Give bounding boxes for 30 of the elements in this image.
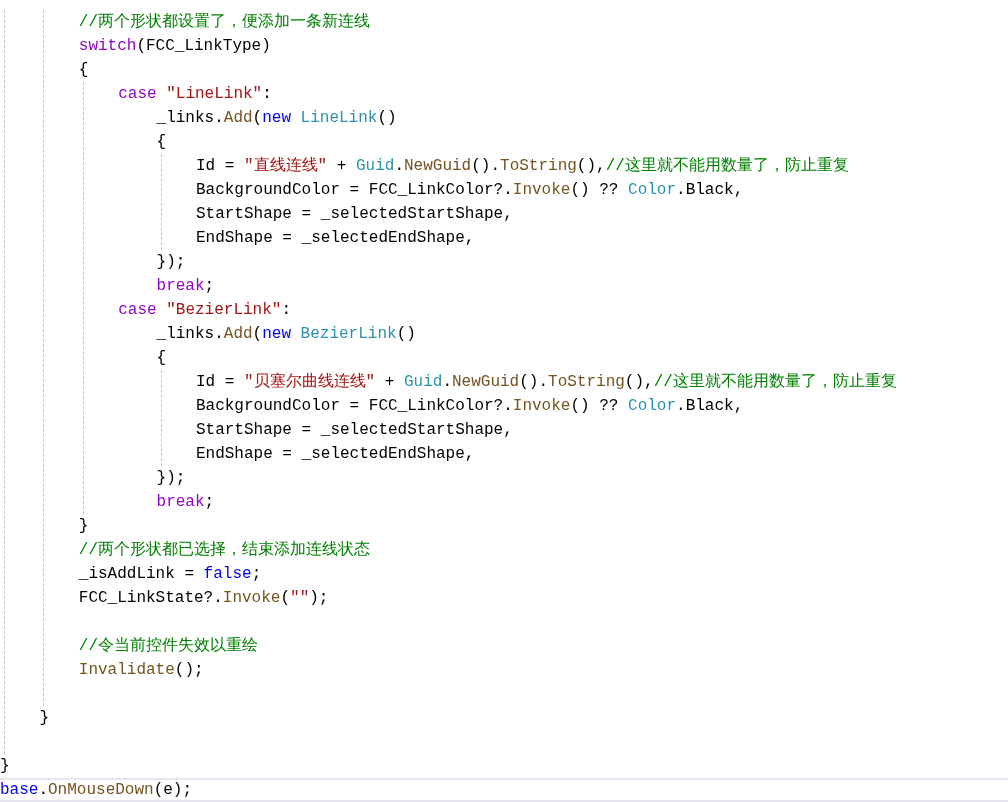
code-line: }); [156, 253, 186, 271]
code-line: base.OnMouseDown(e); [0, 781, 193, 799]
code-line: StartShape = _selectedStartShape, [195, 421, 513, 439]
code-line: Id = "贝塞尔曲线连线" + Guid.NewGuid().ToString(),//这里就不能用数量了，防止重复 [195, 373, 897, 391]
code-line: { [156, 133, 167, 151]
code-line: { [78, 61, 89, 79]
code-line: case "BezierLink": [118, 301, 291, 319]
code-line: //两个形状都已选择，结束添加连线状态 [78, 541, 370, 559]
code-line: break; [156, 277, 215, 295]
code-line: break; [156, 493, 215, 511]
code-line: _links.Add(new BezierLink() [156, 325, 416, 343]
code-line: BackgroundColor = FCC_LinkColor?.Invoke() ?? Color.Black, [195, 181, 744, 199]
code-line: }); [156, 469, 186, 487]
code-line: _isAddLink = false; [78, 565, 262, 583]
code-line: StartShape = _selectedStartShape, [195, 205, 513, 223]
code-line: { [156, 349, 167, 367]
code-line: } [0, 757, 10, 775]
code-line: _links.Add(new LineLink() [156, 109, 397, 127]
code-line: //令当前控件失效以重绘 [78, 637, 258, 655]
code-line: } [78, 517, 89, 535]
code-line: switch(FCC_LinkType) [78, 37, 271, 55]
code-line: FCC_LinkState?.Invoke(""); [78, 589, 329, 607]
code-line: case "LineLink": [118, 85, 272, 103]
code-line: } [39, 709, 49, 727]
code-line: //两个形状都设置了，便添加一条新连线 [78, 13, 370, 31]
code-line: Invalidate(); [78, 661, 204, 679]
code-line: EndShape = _selectedEndShape, [195, 445, 475, 463]
code-line: BackgroundColor = FCC_LinkColor?.Invoke() ?? Color.Black, [195, 397, 744, 415]
code-line: EndShape = _selectedEndShape, [195, 229, 475, 247]
code-line: Id = "直线连线" + Guid.NewGuid().ToString(),//这里就不能用数量了，防止重复 [195, 157, 849, 175]
